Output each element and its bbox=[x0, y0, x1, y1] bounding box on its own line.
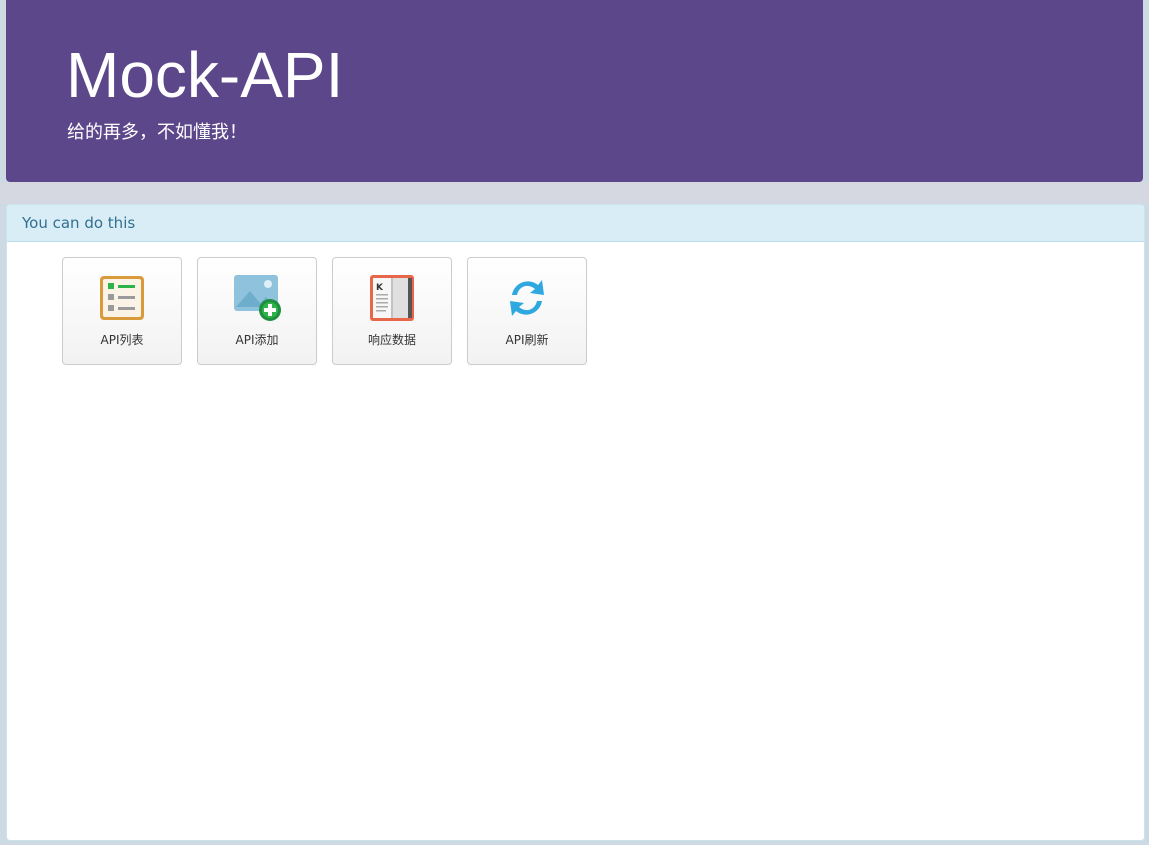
api-add-button[interactable]: API添加 bbox=[197, 257, 317, 365]
image-add-icon bbox=[232, 273, 282, 323]
svg-text:K: K bbox=[376, 283, 384, 293]
response-data-label: 响应数据 bbox=[367, 333, 416, 347]
book-icon: K bbox=[367, 273, 417, 323]
refresh-icon bbox=[502, 273, 552, 323]
app-subtitle: 给的再多，不如懂我！ bbox=[67, 122, 247, 143]
api-list-button[interactable]: API列表 bbox=[62, 257, 182, 365]
list-icon bbox=[97, 273, 147, 323]
api-add-label: API添加 bbox=[235, 333, 279, 347]
api-list-label: API列表 bbox=[100, 333, 144, 347]
api-refresh-label: API刷新 bbox=[505, 333, 549, 347]
app-title: Mock-API bbox=[66, 39, 344, 111]
response-data-button[interactable]: K 响应数据 bbox=[332, 257, 452, 365]
page-divider bbox=[0, 182, 1149, 204]
header-banner: Mock-API 给的再多，不如懂我！ bbox=[6, 0, 1143, 182]
actions-panel: You can do this API列表 API添加 K 响应数据 API刷新 bbox=[6, 204, 1145, 841]
panel-heading: You can do this bbox=[7, 205, 1144, 242]
api-refresh-button[interactable]: API刷新 bbox=[467, 257, 587, 365]
